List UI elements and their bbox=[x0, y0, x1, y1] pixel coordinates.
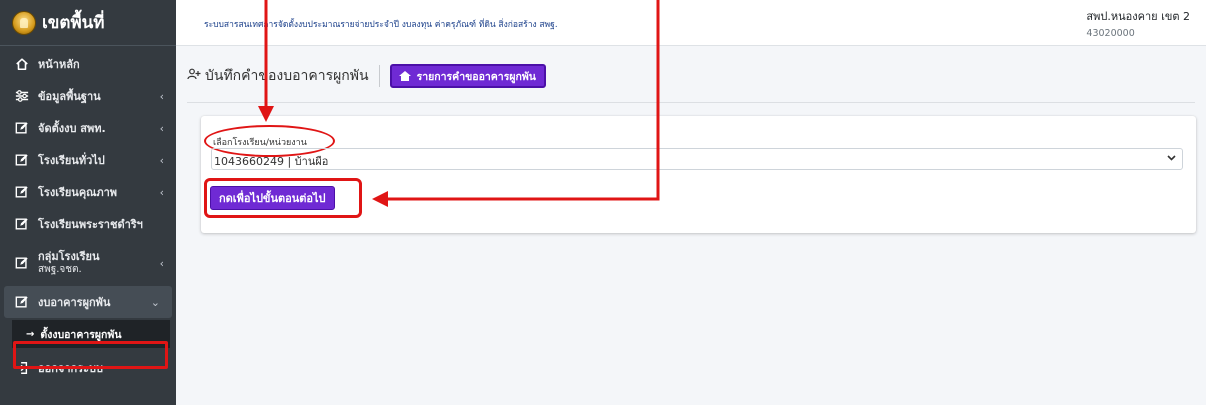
edit-icon bbox=[14, 152, 30, 168]
request-list-button[interactable]: รายการคำขออาคารผูกพัน bbox=[389, 64, 546, 88]
sidebar-item-label: งบอาคารผูกพัน bbox=[38, 296, 111, 309]
school-select-value: 1043660249 | บ้านผือ bbox=[214, 155, 329, 168]
sidebar-item-label: ข้อมูลพื้นฐาน bbox=[38, 90, 101, 103]
topbar: ระบบสารสนเทศการจัดตั้งงบประมาณรายจ่ายประ… bbox=[176, 0, 1206, 46]
org-name: สพป.หนองคาย เขต 2 bbox=[1086, 10, 1190, 23]
sliders-icon bbox=[14, 88, 30, 104]
sidebar-subitem-label: ตั้งงบอาคารผูกพัน bbox=[40, 328, 122, 341]
sidebar-item-label: โรงเรียนคุณภาพ bbox=[38, 186, 118, 199]
school-select-card: เลือกโรงเรียน/หน่วยงาน 1043660249 | บ้าน… bbox=[201, 116, 1196, 233]
sidebar-item-obec-budget[interactable]: จัดตั้งงบ สพท. ‹ bbox=[0, 112, 176, 144]
chevron-left-icon: ‹ bbox=[159, 256, 164, 270]
obec-logo bbox=[12, 10, 36, 35]
sidebar-item-general-schools[interactable]: โรงเรียนทั่วไป ‹ bbox=[0, 144, 176, 176]
brand[interactable]: เขตพื้นที่ bbox=[0, 0, 176, 46]
home-icon bbox=[14, 56, 30, 72]
sidebar-item-label: โรงเรียนทั่วไป bbox=[38, 154, 105, 167]
sidebar-item-home[interactable]: หน้าหลัก bbox=[0, 48, 176, 80]
page-header: บันทึกคำของบอาคารผูกพัน รายการคำขออาคารผ… bbox=[187, 64, 546, 88]
sidebar-item-binding-building[interactable]: งบอาคารผูกพัน ⌄ bbox=[4, 286, 172, 318]
main-content: บันทึกคำของบอาคารผูกพัน รายการคำขออาคารผ… bbox=[176, 46, 1206, 405]
home-icon bbox=[398, 70, 412, 82]
sidebar-nav: หน้าหลัก ข้อมูลพื้นฐาน ‹ จัดตั้งงบ สพท. … bbox=[0, 46, 176, 384]
chevron-down-icon bbox=[1167, 154, 1176, 164]
sidebar-item-label: กลุ่มโรงเรียน สพฐ.จชต. bbox=[38, 249, 100, 276]
brand-title: เขตพื้นที่ bbox=[42, 13, 105, 33]
chevron-left-icon: ‹ bbox=[159, 89, 164, 103]
sidebar-item-label: ออกจากระบบ bbox=[38, 362, 103, 375]
edit-icon bbox=[14, 255, 30, 271]
sidebar-item-quality-schools[interactable]: โรงเรียนคุณภาพ ‹ bbox=[0, 176, 176, 208]
sidebar-item-logout[interactable]: ออกจากระบบ bbox=[0, 352, 176, 384]
chevron-left-icon: ‹ bbox=[159, 153, 164, 167]
label-line-1: กลุ่มโรงเรียน bbox=[38, 249, 100, 263]
label-line-2: สพฐ.จชต. bbox=[38, 263, 82, 275]
edit-icon bbox=[14, 216, 30, 232]
sidebar-subitem-set-binding-budget[interactable]: → ตั้งงบอาคารผูกพัน bbox=[12, 320, 170, 348]
sidebar-item-basic-data[interactable]: ข้อมูลพื้นฐาน ‹ bbox=[0, 80, 176, 112]
next-step-button[interactable]: กดเพื่อไปขั้นตอนต่อไป bbox=[210, 186, 335, 210]
chevron-left-icon: ‹ bbox=[159, 121, 164, 135]
sidebar-item-label: โรงเรียนพระราชดำริฯ bbox=[38, 218, 143, 231]
system-title: ระบบสารสนเทศการจัดตั้งงบประมาณรายจ่ายประ… bbox=[204, 20, 558, 30]
arrow-right-icon: → bbox=[26, 328, 35, 340]
chevron-down-icon: ⌄ bbox=[150, 295, 160, 309]
user-plus-icon bbox=[187, 68, 201, 84]
sidebar-item-label: จัดตั้งงบ สพท. bbox=[38, 122, 106, 135]
edit-icon bbox=[14, 184, 30, 200]
page-title: บันทึกคำของบอาคารผูกพัน bbox=[205, 68, 369, 84]
user-org[interactable]: สพป.หนองคาย เขต 2 43020000 bbox=[1086, 7, 1190, 39]
app-window: เขตพื้นที่ หน้าหลัก ข้อมูลพื้นฐาน ‹ จัดต… bbox=[0, 0, 1206, 405]
sidebar-item-label: หน้าหลัก bbox=[38, 58, 80, 71]
org-code: 43020000 bbox=[1086, 28, 1135, 39]
edit-icon bbox=[14, 294, 30, 310]
sidebar-item-royal-schools[interactable]: โรงเรียนพระราชดำริฯ bbox=[0, 208, 176, 240]
logout-icon bbox=[14, 360, 30, 376]
divider bbox=[378, 65, 380, 87]
school-select[interactable]: 1043660249 | บ้านผือ bbox=[211, 148, 1183, 170]
sidebar: เขตพื้นที่ หน้าหลัก ข้อมูลพื้นฐาน ‹ จัดต… bbox=[0, 0, 176, 405]
divider bbox=[187, 102, 1195, 103]
chevron-left-icon: ‹ bbox=[159, 185, 164, 199]
sidebar-item-southern-schools[interactable]: กลุ่มโรงเรียน สพฐ.จชต. ‹ bbox=[0, 240, 176, 286]
edit-icon bbox=[14, 120, 30, 136]
request-list-label: รายการคำขออาคารผูกพัน bbox=[416, 70, 536, 83]
